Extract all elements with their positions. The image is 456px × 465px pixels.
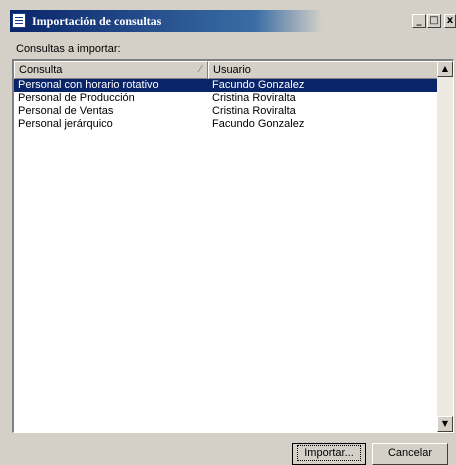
import-button[interactable]: Importar... [292,443,366,465]
column-header-usuario[interactable]: Usuario [208,61,438,79]
table-row[interactable]: Personal jerárquico Facundo Gonzalez [14,118,438,131]
vertical-scrollbar[interactable]: ▲ ▼ [437,61,453,432]
cell-consulta: Personal de Ventas [18,105,114,117]
cell-usuario: Cristina Roviralta [212,105,296,117]
column-header-label: Usuario [213,64,251,76]
title-bar[interactable]: Importación de consultas _ □ x [10,10,456,32]
cell-usuario: Cristina Roviralta [212,92,296,104]
cell-consulta: Personal jerárquico [18,118,113,130]
cancel-button[interactable]: Cancelar [372,443,448,465]
list-rows: Personal con horario rotativo Facundo Go… [14,79,438,131]
cell-usuario: Facundo Gonzalez [212,79,305,91]
arrow-up-icon[interactable]: ▲ [437,61,453,77]
cell-consulta: Personal con horario rotativo [18,79,159,91]
app-icon [12,13,26,28]
window-title: Importación de consultas [32,14,162,28]
import-queries-dialog: Importación de consultas _ □ x Consultas… [0,0,456,465]
queries-list[interactable]: Consulta ⁄ Usuario Personal con horario … [12,59,454,433]
table-row[interactable]: Personal con horario rotativo Facundo Go… [14,79,438,92]
cell-consulta: Personal de Producción [18,92,135,104]
queries-to-import-label: Consultas a importar: [16,43,121,55]
list-header: Consulta ⁄ Usuario [14,61,438,79]
table-row[interactable]: Personal de Producción Cristina Roviralt… [14,92,438,105]
minimize-button[interactable]: _ [412,14,426,28]
cell-usuario: Facundo Gonzalez [212,118,305,130]
maximize-button[interactable]: □ [427,14,441,28]
sort-indicator-icon: ⁄ [199,64,201,75]
arrow-down-icon[interactable]: ▼ [437,416,453,432]
import-button-label: Importar... [297,445,361,461]
close-button[interactable]: x [444,14,456,28]
column-header-label: Consulta [19,64,63,76]
table-row[interactable]: Personal de Ventas Cristina Roviralta [14,105,438,118]
column-header-consulta[interactable]: Consulta ⁄ [14,61,208,79]
